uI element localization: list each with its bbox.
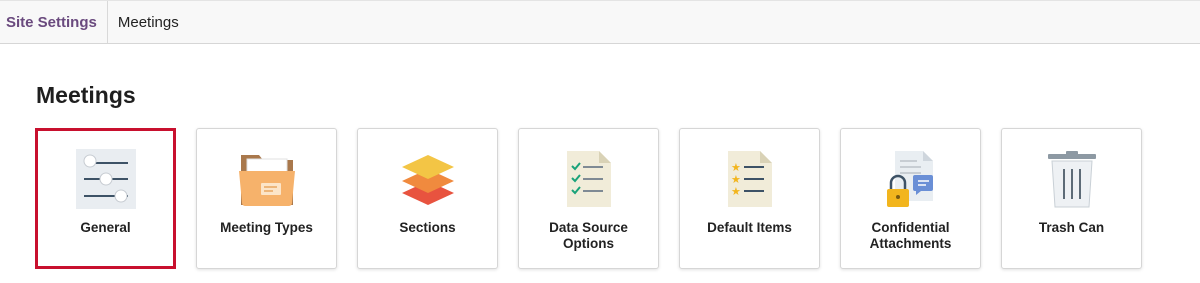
tile-label: Default Items (707, 220, 792, 235)
breadcrumb-site-settings[interactable]: Site Settings (0, 1, 108, 43)
tile-sections[interactable]: Sections (357, 128, 498, 269)
tile-label: Confidential Attachments (869, 220, 952, 251)
tile-data-source-options[interactable]: Data Source Options (518, 128, 659, 269)
page-title: Meetings (36, 82, 136, 108)
checklist-document-icon (559, 149, 619, 209)
tile-label: Sections (399, 220, 456, 235)
folder-icon (237, 149, 297, 209)
svg-text:★: ★ (731, 185, 741, 198)
tile-general[interactable]: General (35, 128, 176, 269)
locked-document-icon (881, 149, 941, 209)
tile-label: Data Source Options (549, 220, 628, 251)
settings-tiles: General Meeting Types Sections Data Sour… (35, 128, 1142, 269)
tile-meeting-types[interactable]: Meeting Types (196, 128, 337, 269)
tile-label: Trash Can (1038, 220, 1105, 235)
layers-icon (398, 149, 458, 209)
trash-can-icon (1042, 149, 1102, 209)
tile-label: General (80, 220, 131, 235)
breadcrumb: Site Settings Meetings (0, 0, 1200, 44)
tile-default-items[interactable]: ★ ★ ★ Default Items (679, 128, 820, 269)
tile-trash-can[interactable]: Trash Can (1001, 128, 1142, 269)
starred-list-document-icon: ★ ★ ★ (720, 149, 780, 209)
breadcrumb-meetings: Meetings (117, 13, 179, 31)
tile-label: Meeting Types (220, 220, 313, 235)
tile-confidential-attachments[interactable]: Confidential Attachments (840, 128, 981, 269)
sliders-icon (75, 149, 136, 209)
